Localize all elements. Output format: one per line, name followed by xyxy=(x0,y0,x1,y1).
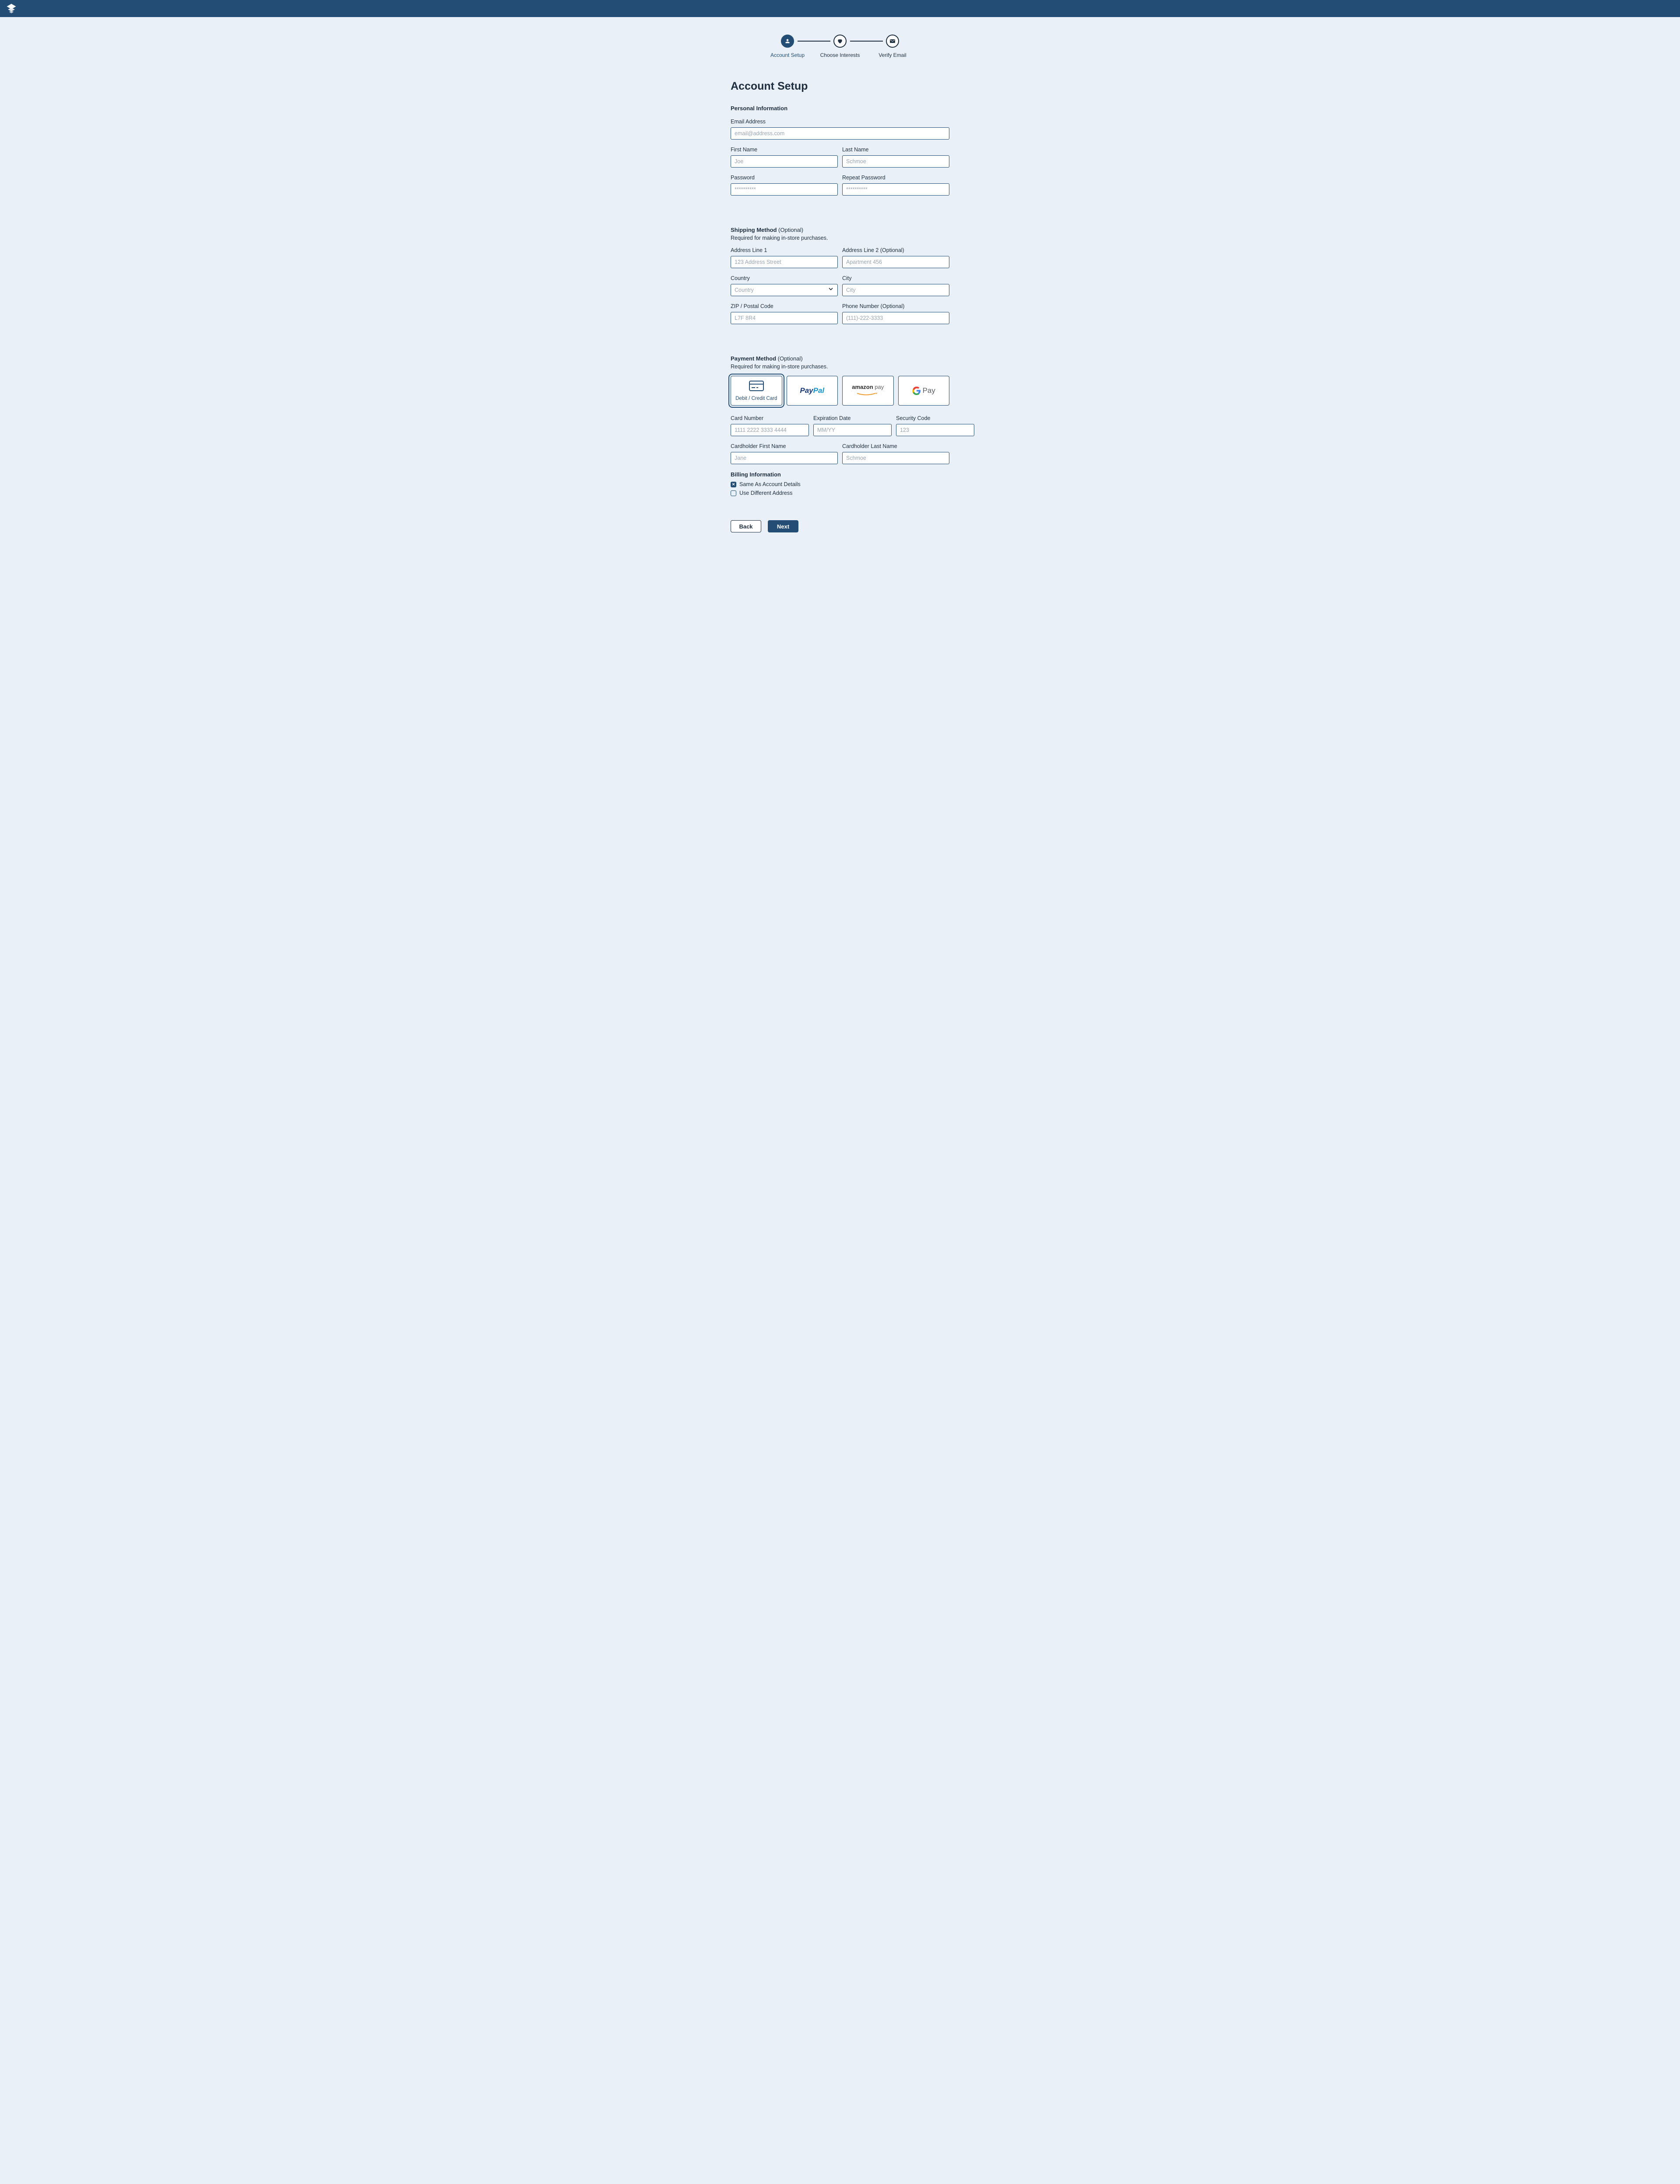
payment-option-label: Debit / Credit Card xyxy=(735,396,777,401)
payment-option-amazon[interactable]: amazon pay xyxy=(842,376,894,406)
paypal-logo-icon: PayPal xyxy=(800,386,824,395)
email-label: Email Address xyxy=(731,119,949,125)
cardholder-first-label: Cardholder First Name xyxy=(731,443,838,449)
cvc-input[interactable] xyxy=(896,424,974,436)
payment-option-paypal[interactable]: PayPal xyxy=(787,376,838,406)
last-name-label: Last Name xyxy=(842,147,949,153)
billing-heading: Billing Information xyxy=(731,471,949,478)
checkbox-unchecked-icon xyxy=(731,490,736,496)
app-header xyxy=(0,0,1680,17)
expiration-label: Expiration Date xyxy=(813,415,892,421)
city-label: City xyxy=(842,275,949,281)
phone-input[interactable] xyxy=(842,312,949,324)
cardholder-first-input[interactable] xyxy=(731,452,838,464)
card-number-label: Card Number xyxy=(731,415,809,421)
repeat-password-label: Repeat Password xyxy=(842,175,949,181)
first-name-input[interactable] xyxy=(731,155,838,168)
cardholder-last-input[interactable] xyxy=(842,452,949,464)
billing-same-label: Same As Account Details xyxy=(739,481,801,487)
checkbox-checked-icon xyxy=(731,482,736,487)
country-label: Country xyxy=(731,275,838,281)
expiration-input[interactable] xyxy=(813,424,892,436)
city-input[interactable] xyxy=(842,284,949,296)
app-logo-icon xyxy=(5,3,18,15)
cvc-label: Security Code xyxy=(896,415,974,421)
page-title: Account Setup xyxy=(731,80,949,93)
password-label: Password xyxy=(731,175,838,181)
shipping-heading: Shipping Method (Optional) xyxy=(731,227,949,233)
address1-input[interactable] xyxy=(731,256,838,268)
form-actions: Back Next xyxy=(731,520,949,532)
phone-label: Phone Number (Optional) xyxy=(842,303,949,309)
billing-different-label: Use Different Address xyxy=(739,490,792,496)
stepper: Account Setup Choose Interests Verify Em… xyxy=(731,35,949,58)
payment-option-gpay[interactable]: Pay xyxy=(898,376,950,406)
payment-options: Debit / Credit Card PayPal amazon pay Pa… xyxy=(731,376,949,406)
payment-subtitle: Required for making in-store purchases. xyxy=(731,364,949,370)
zip-input[interactable] xyxy=(731,312,838,324)
address2-input[interactable] xyxy=(842,256,949,268)
card-number-input[interactable] xyxy=(731,424,809,436)
address2-label: Address Line 2 (Optional) xyxy=(842,247,949,253)
email-input[interactable] xyxy=(731,127,949,140)
step-label: Verify Email xyxy=(878,52,906,58)
step-verify-email[interactable]: Verify Email xyxy=(868,35,918,58)
step-choose-interests[interactable]: Choose Interests xyxy=(815,35,865,58)
step-label: Choose Interests xyxy=(820,52,860,58)
password-input[interactable] xyxy=(731,183,838,196)
payment-heading: Payment Method (Optional) xyxy=(731,355,949,362)
cardholder-last-label: Cardholder Last Name xyxy=(842,443,949,449)
amazon-pay-logo-icon: amazon pay xyxy=(852,384,884,398)
country-select[interactable]: Country xyxy=(731,284,838,296)
repeat-password-input[interactable] xyxy=(842,183,949,196)
personal-info-heading: Personal Information xyxy=(731,105,949,112)
step-icon-user xyxy=(781,35,794,48)
payment-option-card[interactable]: Debit / Credit Card xyxy=(731,376,782,406)
shipping-subtitle: Required for making in-store purchases. xyxy=(731,235,949,241)
billing-same-option[interactable]: Same As Account Details xyxy=(731,481,949,487)
gpay-logo-icon: Pay xyxy=(912,386,935,395)
step-label: Account Setup xyxy=(770,52,805,58)
address1-label: Address Line 1 xyxy=(731,247,838,253)
next-button[interactable]: Next xyxy=(768,520,798,532)
credit-card-icon xyxy=(749,381,764,393)
billing-different-option[interactable]: Use Different Address xyxy=(731,490,949,496)
step-icon-envelope xyxy=(886,35,899,48)
zip-label: ZIP / Postal Code xyxy=(731,303,838,309)
last-name-input[interactable] xyxy=(842,155,949,168)
step-icon-heart xyxy=(833,35,847,48)
step-account-setup[interactable]: Account Setup xyxy=(763,35,813,58)
first-name-label: First Name xyxy=(731,147,838,153)
back-button[interactable]: Back xyxy=(731,520,761,532)
